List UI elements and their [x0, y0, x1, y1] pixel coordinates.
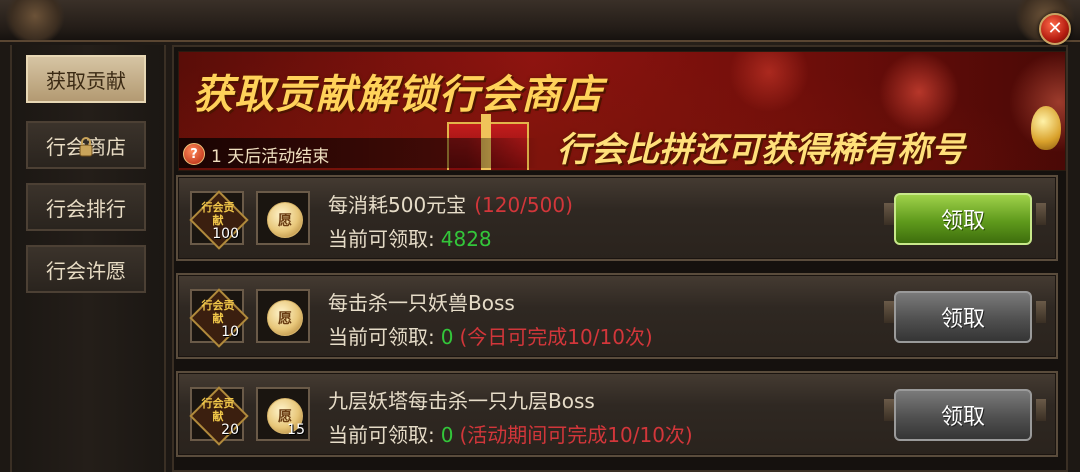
tab-label: 行会许愿: [46, 258, 126, 283]
reward-slot-contribution[interactable]: 行会贡献 20: [189, 386, 249, 446]
claim-value: 4828: [440, 227, 492, 251]
reward-count: 20: [221, 422, 239, 438]
close-button[interactable]: ✕: [1039, 13, 1071, 45]
banner-title: 获取贡献解锁行会商店: [193, 72, 603, 118]
task-row: 行会贡献 10 愿 每击杀一只妖兽Boss 当前可领取: 0 (今日可完成10/10…: [176, 273, 1058, 359]
task-row: 行会贡献 20 愿 15 九层妖塔每击杀一只九层Boss 当前可领取: 0 (活动期…: [176, 371, 1058, 457]
claim-label: 当前可领取:: [328, 423, 435, 447]
reward-slot-coin[interactable]: 愿: [256, 191, 310, 245]
button-ornament-right: [1036, 203, 1046, 225]
tab-label: 行会排行: [46, 196, 126, 221]
claim-label: 当前可领取:: [328, 227, 435, 251]
task-title-text: 每消耗500元宝: [328, 193, 467, 217]
title-bar: [0, 0, 1080, 42]
button-ornament-right: [1036, 399, 1046, 421]
tab-guild-wish[interactable]: 行会许愿: [26, 245, 146, 293]
reward-slot-coin[interactable]: 愿 15: [256, 387, 310, 441]
claim-button[interactable]: 领取: [894, 193, 1032, 245]
claim-button[interactable]: 领取: [894, 291, 1032, 343]
contribution-icon-text: 行会贡献: [201, 397, 235, 423]
task-progress: (120/500): [474, 193, 573, 217]
button-ornament-left: [884, 203, 894, 225]
button-ornament-left: [884, 399, 894, 421]
reward-count: 100: [212, 226, 239, 242]
reward-count: 10: [221, 324, 239, 340]
frame-ornament-left: [0, 0, 70, 40]
help-icon[interactable]: ?: [183, 143, 205, 165]
reward-slot-contribution[interactable]: 行会贡献 10: [189, 288, 249, 348]
sidebar: 获取贡献 行会商店 行会排行 行会许愿: [10, 45, 166, 472]
task-claimable: 当前可领取: 0 (今日可完成10/10次): [328, 321, 653, 350]
reward-slot-coin[interactable]: 愿: [256, 289, 310, 343]
contribution-icon-text: 行会贡献: [201, 201, 235, 227]
claim-button[interactable]: 领取: [894, 389, 1032, 441]
task-claimable: 当前可领取: 0 (活动期间可完成10/10次): [328, 419, 693, 448]
task-row: 行会贡献 100 愿 每消耗500元宝 (120/500) 当前可领取: 4828 …: [176, 175, 1058, 261]
task-title-text: 九层妖塔每击杀一只九层Boss: [328, 389, 595, 413]
task-claimable: 当前可领取: 4828: [328, 223, 492, 252]
tab-label: 获取贡献: [46, 68, 126, 93]
banner-subtitle: 行会比拼还可获得稀有称号: [557, 130, 965, 170]
golden-egg-icon: [1031, 106, 1061, 150]
task-title: 每消耗500元宝 (120/500): [328, 189, 573, 218]
claim-label: 当前可领取:: [328, 325, 435, 349]
contribution-icon-text: 行会贡献: [201, 299, 235, 325]
event-end-notice: 1 天后活动结束: [211, 147, 330, 167]
button-ornament-right: [1036, 301, 1046, 323]
claim-value: 0: [440, 325, 454, 349]
claim-value: 0: [440, 423, 454, 447]
tab-guild-shop[interactable]: 行会商店: [26, 121, 146, 169]
reward-slot-contribution[interactable]: 行会贡献 100: [189, 190, 249, 250]
reward-count: 15: [287, 422, 305, 438]
lock-icon: [79, 137, 93, 157]
wish-coin-icon: 愿: [267, 300, 303, 336]
claim-note: (今日可完成10/10次): [459, 325, 653, 349]
tab-get-contribution[interactable]: 获取贡献: [26, 55, 146, 103]
close-icon: ✕: [1047, 18, 1063, 39]
task-title: 每击杀一只妖兽Boss: [328, 287, 515, 316]
event-banner: 获取贡献解锁行会商店 行会比拼还可获得稀有称号 ? 1 天后活动结束: [178, 51, 1066, 171]
tab-guild-ranking[interactable]: 行会排行: [26, 183, 146, 231]
task-title: 九层妖塔每击杀一只九层Boss: [328, 385, 595, 414]
claim-note: (活动期间可完成10/10次): [459, 423, 693, 447]
wish-coin-icon: 愿: [267, 202, 303, 238]
task-title-text: 每击杀一只妖兽Boss: [328, 291, 515, 315]
button-ornament-left: [884, 301, 894, 323]
